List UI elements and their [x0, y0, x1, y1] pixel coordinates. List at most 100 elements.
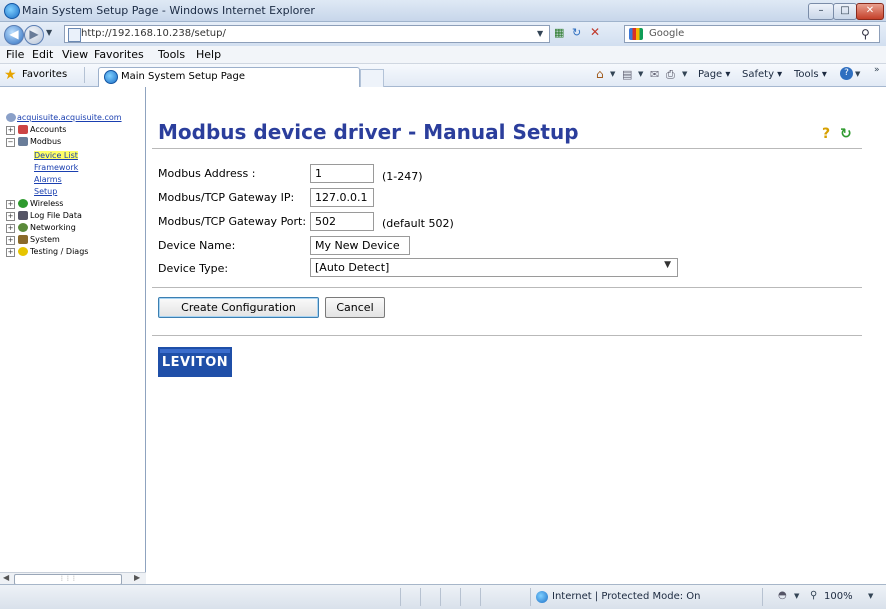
divider: [460, 588, 461, 606]
help-dropdown-icon[interactable]: ▼: [855, 70, 860, 78]
divider: [420, 588, 421, 606]
protected-mode-dropdown-icon[interactable]: ▼: [794, 592, 799, 600]
gateway-port-label: Modbus/TCP Gateway Port:: [158, 215, 307, 228]
menu-help[interactable]: Help: [196, 48, 221, 61]
mail-icon[interactable]: ✉: [650, 68, 659, 81]
divider: [440, 588, 441, 606]
system-icon: [18, 235, 28, 244]
maximize-button[interactable]: □: [833, 3, 857, 20]
print-dropdown-icon[interactable]: ▼: [682, 70, 687, 78]
menu-favorites[interactable]: Favorites: [94, 48, 144, 61]
device-type-label: Device Type:: [158, 262, 229, 275]
menu-view[interactable]: View: [62, 48, 88, 61]
gateway-ip-label: Modbus/TCP Gateway IP:: [158, 191, 295, 204]
tools-menu[interactable]: Tools ▾: [794, 69, 827, 80]
favorites-button[interactable]: Favorites: [22, 69, 67, 80]
address-bar[interactable]: http://192.168.10.238/setup/ ▼: [64, 25, 550, 43]
scroll-left-icon[interactable]: ◀: [3, 573, 9, 582]
close-button[interactable]: ✕: [856, 3, 884, 20]
more-icon[interactable]: »: [874, 65, 880, 75]
back-icon[interactable]: ◀: [4, 25, 24, 45]
server-icon: [6, 113, 16, 122]
window-title: Main System Setup Page - Windows Interne…: [22, 4, 315, 17]
search-icon[interactable]: ⚲: [861, 27, 870, 41]
horizontal-scrollbar[interactable]: ◀ ⋮⋮⋮ ▶: [0, 572, 146, 585]
page-menu[interactable]: Page ▾: [698, 69, 730, 80]
compat-view-icon[interactable]: ▦: [554, 26, 564, 39]
expand-icon[interactable]: +: [6, 224, 15, 233]
zoom-icon[interactable]: ⚲: [810, 590, 817, 601]
create-configuration-button[interactable]: Create Configuration: [158, 297, 319, 318]
chevron-down-icon[interactable]: ▼: [664, 260, 671, 270]
device-type-select[interactable]: [Auto Detect] ▼: [310, 258, 678, 277]
divider: [152, 148, 862, 149]
modbus-address-label: Modbus Address :: [158, 167, 256, 180]
divider: [84, 67, 85, 83]
log-file-icon: [18, 211, 28, 220]
tree-item-device-list[interactable]: Device List: [34, 151, 78, 160]
expand-icon[interactable]: +: [6, 212, 15, 221]
divider: [762, 588, 763, 606]
help-menu-icon[interactable]: ?: [840, 67, 853, 80]
gateway-port-input[interactable]: [310, 212, 374, 231]
forward-icon[interactable]: ▶: [24, 25, 44, 45]
protected-mode-icon[interactable]: ◓: [778, 590, 787, 601]
gateway-port-hint: (default 502): [382, 217, 454, 230]
feeds-dropdown-icon[interactable]: ▼: [638, 70, 643, 78]
collapse-icon[interactable]: −: [6, 138, 15, 147]
google-icon: [629, 28, 643, 40]
home-dropdown-icon[interactable]: ▼: [610, 70, 615, 78]
zoom-dropdown-icon[interactable]: ▼: [868, 592, 873, 600]
new-tab-button[interactable]: [360, 69, 384, 87]
device-name-label: Device Name:: [158, 239, 236, 252]
leviton-logo: LEVITON: [158, 347, 232, 377]
safety-menu[interactable]: Safety ▾: [742, 69, 782, 80]
modbus-address-hint: (1-247): [382, 170, 423, 183]
menu-file[interactable]: File: [6, 48, 24, 61]
stop-icon[interactable]: ✕: [590, 25, 600, 39]
page-refresh-icon[interactable]: ↻: [840, 127, 853, 141]
device-name-input[interactable]: [310, 236, 410, 255]
menu-tools[interactable]: Tools: [158, 48, 185, 61]
scroll-right-icon[interactable]: ▶: [134, 573, 140, 582]
refresh-icon[interactable]: ↻: [572, 26, 581, 39]
tree-item-framework[interactable]: Framework: [34, 163, 78, 172]
gateway-ip-input[interactable]: [310, 188, 374, 207]
search-box[interactable]: Google ⚲: [624, 25, 880, 43]
favorites-star-icon[interactable]: ★: [4, 68, 18, 82]
expand-icon[interactable]: +: [6, 200, 15, 209]
modbus-address-input[interactable]: [310, 164, 374, 183]
zoom-level[interactable]: 100%: [824, 591, 853, 602]
history-dropdown-icon[interactable]: ▼: [46, 28, 52, 37]
networking-icon: [18, 223, 28, 232]
help-icon[interactable]: ?: [822, 127, 834, 141]
tab-title: Main System Setup Page: [121, 71, 246, 82]
address-toolbar: ◀ ▶ ▼ http://192.168.10.238/setup/ ▼ ▦ ↻…: [0, 22, 886, 46]
print-icon[interactable]: ⎙: [666, 68, 675, 82]
expand-icon[interactable]: +: [6, 126, 15, 135]
tab-main-system-setup[interactable]: Main System Setup Page: [98, 67, 360, 87]
minimize-button[interactable]: –: [808, 3, 834, 20]
divider: [480, 588, 481, 606]
accounts-icon: [18, 125, 28, 134]
security-zone[interactable]: Internet | Protected Mode: On: [552, 591, 700, 602]
tree-item-alarms[interactable]: Alarms: [34, 175, 62, 184]
expand-icon[interactable]: +: [6, 248, 15, 257]
tab-ie-icon: [104, 70, 118, 84]
testing-icon: [18, 247, 28, 256]
home-icon[interactable]: ⌂: [596, 67, 604, 81]
address-dropdown-icon[interactable]: ▼: [537, 29, 543, 38]
cancel-button[interactable]: Cancel: [325, 297, 385, 318]
search-placeholder: Google: [649, 28, 685, 39]
logo-bar: [160, 349, 230, 353]
expand-icon[interactable]: +: [6, 236, 15, 245]
divider: [530, 588, 531, 606]
page-title: Modbus device driver - Manual Setup: [158, 120, 579, 144]
divider: [152, 287, 862, 288]
tree-pane: acquisuite.acquisuite.com + Accounts − M…: [0, 87, 146, 585]
modbus-icon: [18, 137, 28, 146]
status-bar: Internet | Protected Mode: On ◓ ▼ ⚲ 100%…: [0, 584, 886, 609]
feeds-icon[interactable]: ▤: [622, 68, 632, 81]
tree-item-setup[interactable]: Setup: [34, 187, 57, 196]
menu-edit[interactable]: Edit: [32, 48, 53, 61]
